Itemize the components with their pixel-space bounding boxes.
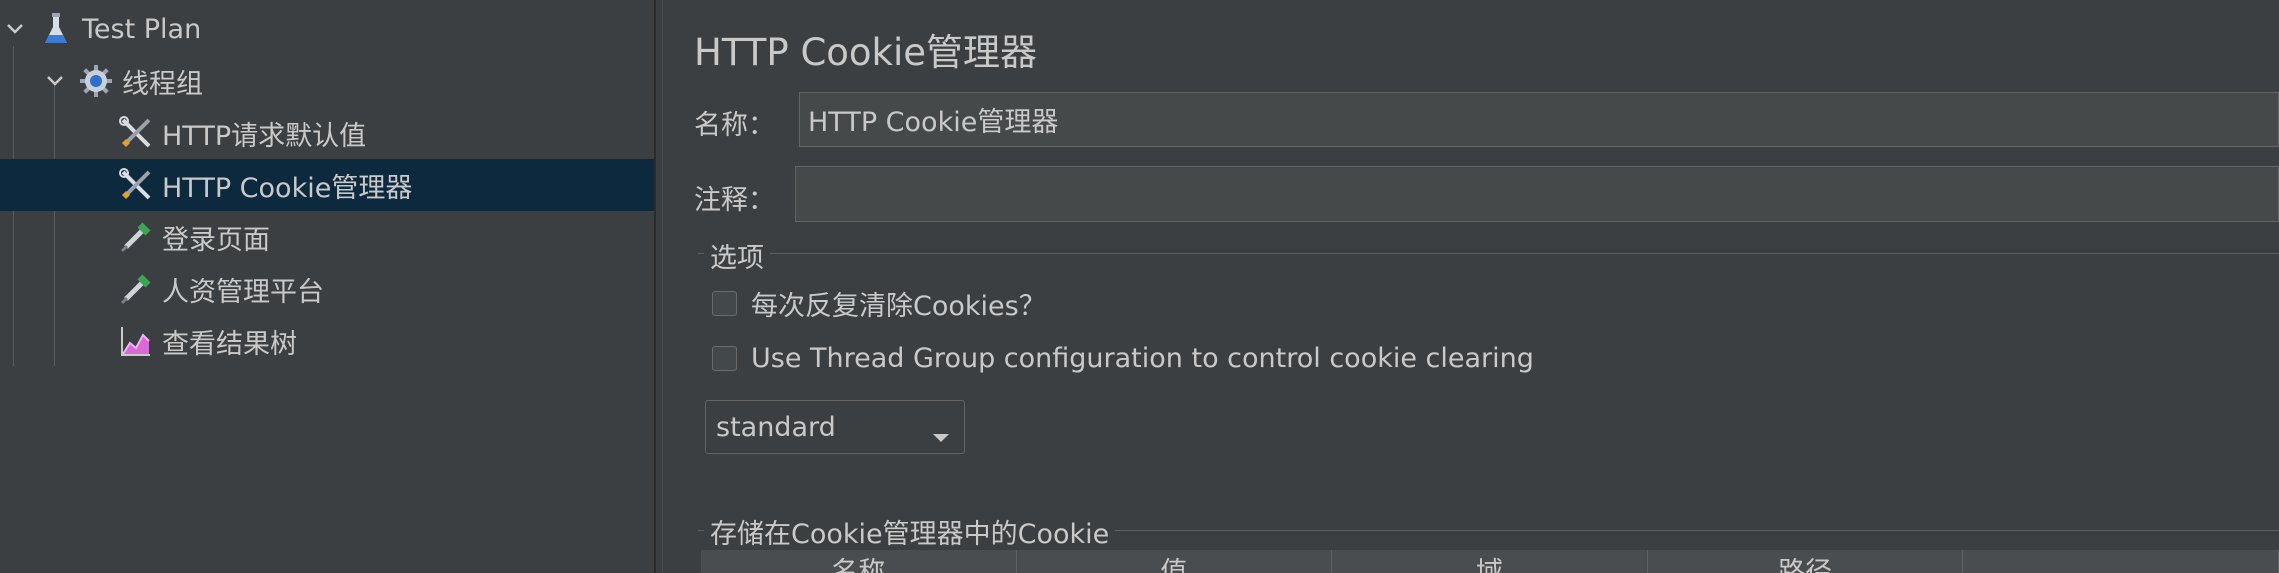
- column-header-name[interactable]: 名称: [701, 550, 1017, 573]
- tree-node-label: Test Plan: [82, 13, 202, 45]
- tree-node-label: 查看结果树: [162, 328, 297, 360]
- stored-cookies-title: 存储在Cookie管理器中的Cookie: [704, 512, 1116, 551]
- comment-field[interactable]: [795, 166, 2279, 222]
- gear-icon: [76, 61, 116, 101]
- clear-each-iteration-row[interactable]: 每次反复清除Cookies？: [712, 284, 1046, 323]
- tree-node-http-defaults[interactable]: HTTP请求默认值: [0, 107, 654, 159]
- tree-node-login-page[interactable]: 登录页面: [0, 211, 654, 263]
- use-thread-group-checkbox[interactable]: [712, 346, 737, 371]
- column-header-value[interactable]: 值: [1017, 550, 1333, 573]
- chevron-down-icon[interactable]: [0, 14, 30, 44]
- tree-node-label: 人资管理平台: [162, 276, 324, 308]
- name-label: 名称：: [694, 110, 775, 141]
- cookie-manager-panel: HTTP Cookie管理器 名称： HTTP Cookie管理器 注释： 选项…: [664, 0, 2279, 573]
- clear-each-iteration-checkbox[interactable]: [712, 291, 737, 316]
- tree-node-label: HTTP Cookie管理器: [162, 172, 413, 204]
- options-group-border: [698, 253, 2279, 254]
- wrench-screwdriver-icon: [116, 113, 156, 153]
- use-thread-group-row[interactable]: Use Thread Group configuration to contro…: [712, 343, 1534, 374]
- splitter-edge: [662, 0, 663, 573]
- wrench-screwdriver-icon: [116, 165, 156, 205]
- chevron-down-icon: [932, 420, 950, 451]
- tree-node-test-plan[interactable]: Test Plan: [0, 3, 654, 55]
- tree-node-label: HTTP请求默认值: [162, 120, 367, 152]
- chevron-down-icon[interactable]: [40, 66, 70, 96]
- chart-icon: [116, 321, 156, 361]
- column-header-more[interactable]: [1963, 550, 2279, 573]
- tree-node-cookie-manager[interactable]: HTTP Cookie管理器: [0, 159, 654, 211]
- cookies-table-header: 名称 值 域 路径: [701, 550, 2279, 573]
- page-title: HTTP Cookie管理器: [694, 31, 1038, 74]
- pipette-icon: [116, 217, 156, 257]
- test-plan-tree: Test Plan 线程组 HTTP请求默认值 HTTP Cookie管理器 登…: [0, 0, 654, 573]
- flask-icon: [36, 9, 76, 49]
- jmeter-window: Test Plan 线程组 HTTP请求默认值 HTTP Cookie管理器 登…: [0, 0, 2279, 573]
- comment-label: 注释：: [694, 185, 775, 216]
- tree-node-view-results-tree[interactable]: 查看结果树: [0, 315, 654, 367]
- column-header-path[interactable]: 路径: [1648, 550, 1964, 573]
- tree-node-thread-group[interactable]: 线程组: [0, 55, 654, 107]
- name-field[interactable]: HTTP Cookie管理器: [799, 92, 2279, 147]
- pipette-icon: [116, 269, 156, 309]
- cookie-policy-value: standard: [716, 411, 836, 443]
- column-header-domain[interactable]: 域: [1332, 550, 1648, 573]
- use-thread-group-label: Use Thread Group configuration to contro…: [751, 343, 1534, 374]
- options-group-title: 选项: [704, 236, 770, 275]
- tree-node-hr-platform[interactable]: 人资管理平台: [0, 263, 654, 315]
- tree-node-label: 线程组: [122, 68, 203, 100]
- clear-each-iteration-label: 每次反复清除Cookies？: [751, 291, 1046, 322]
- splitter[interactable]: [654, 0, 656, 573]
- name-field-value: HTTP Cookie管理器: [808, 107, 1059, 138]
- cookie-policy-select[interactable]: standard: [705, 400, 965, 454]
- tree-node-label: 登录页面: [162, 224, 270, 256]
